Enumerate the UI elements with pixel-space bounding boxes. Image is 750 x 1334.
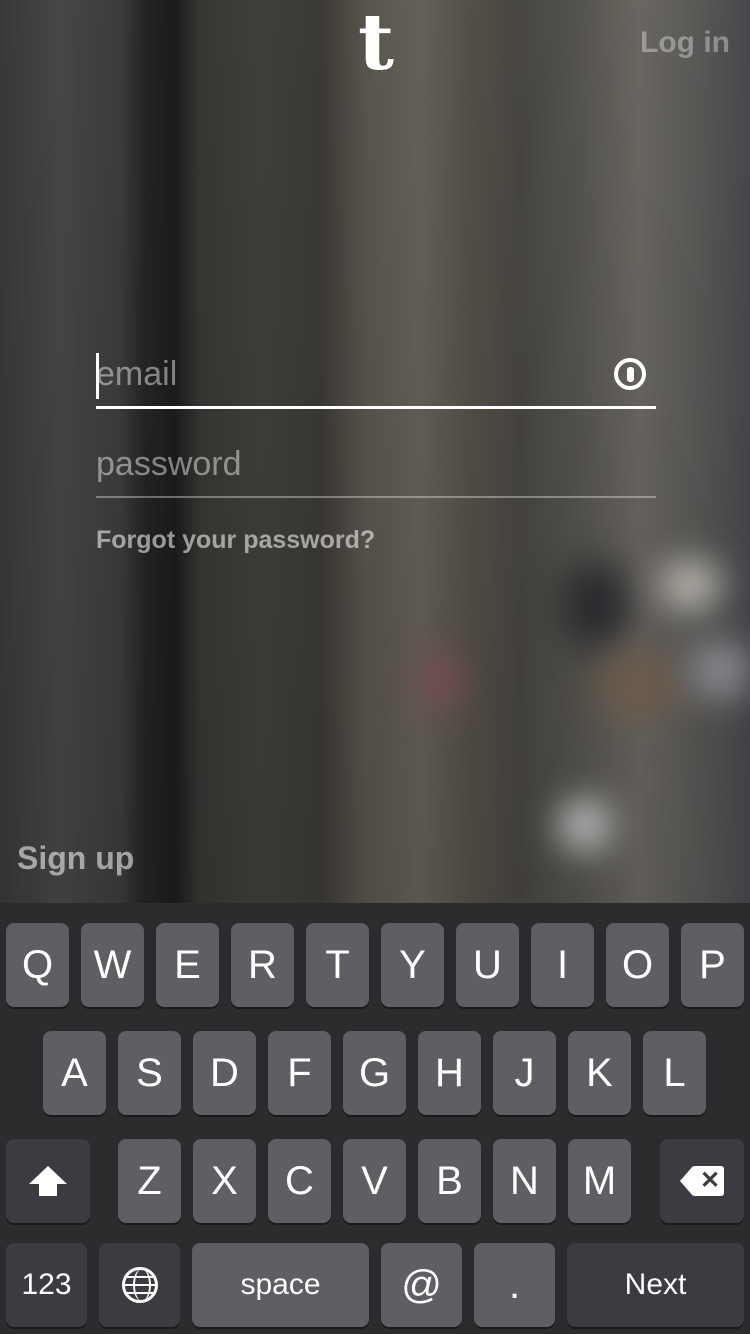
password-manager-icon[interactable] [614, 358, 646, 390]
key-d[interactable]: D [193, 1031, 256, 1115]
key-a[interactable]: A [43, 1031, 106, 1115]
keyboard: Q W E R T Y U I O P A S D F G H J K L Z … [0, 903, 750, 1334]
key-k[interactable]: K [568, 1031, 631, 1115]
key-f[interactable]: F [268, 1031, 331, 1115]
top-bar: t Log in [0, 0, 750, 100]
key-x[interactable]: X [193, 1139, 256, 1223]
globe-icon [121, 1267, 158, 1303]
key-o[interactable]: O [606, 923, 669, 1007]
shift-icon [29, 1166, 67, 1196]
dot-key[interactable]: . [474, 1243, 555, 1327]
shift-key[interactable] [6, 1139, 90, 1223]
globe-key[interactable] [99, 1243, 180, 1327]
key-b[interactable]: B [418, 1139, 481, 1223]
key-j[interactable]: J [493, 1031, 556, 1115]
next-key[interactable]: Next [567, 1243, 744, 1327]
key-p[interactable]: P [681, 923, 744, 1007]
key-q[interactable]: Q [6, 923, 69, 1007]
key-s[interactable]: S [118, 1031, 181, 1115]
key-c[interactable]: C [268, 1139, 331, 1223]
numbers-key[interactable]: 123 [6, 1243, 87, 1327]
key-w[interactable]: W [81, 923, 144, 1007]
key-u[interactable]: U [456, 923, 519, 1007]
backspace-icon: ✕ [680, 1166, 724, 1196]
key-n[interactable]: N [493, 1139, 556, 1223]
password-field[interactable]: password [96, 440, 656, 498]
delete-key[interactable]: ✕ [660, 1139, 744, 1223]
email-placeholder: email [96, 355, 178, 393]
key-l[interactable]: L [643, 1031, 706, 1115]
space-key[interactable]: space [192, 1243, 369, 1327]
forgot-password-link[interactable]: Forgot your password? [96, 526, 375, 555]
tumblr-logo: t [357, 0, 395, 88]
key-v[interactable]: V [343, 1139, 406, 1223]
email-field[interactable]: email [96, 350, 656, 409]
key-t[interactable]: T [306, 923, 369, 1007]
key-r[interactable]: R [231, 923, 294, 1007]
key-e[interactable]: E [156, 923, 219, 1007]
key-y[interactable]: Y [381, 923, 444, 1007]
signup-link[interactable]: Sign up [17, 840, 134, 877]
key-i[interactable]: I [531, 923, 594, 1007]
key-g[interactable]: G [343, 1031, 406, 1115]
key-z[interactable]: Z [118, 1139, 181, 1223]
password-placeholder: password [96, 445, 242, 483]
login-link[interactable]: Log in [640, 26, 730, 60]
key-h[interactable]: H [418, 1031, 481, 1115]
at-key[interactable]: @ [381, 1243, 462, 1327]
key-m[interactable]: M [568, 1139, 631, 1223]
